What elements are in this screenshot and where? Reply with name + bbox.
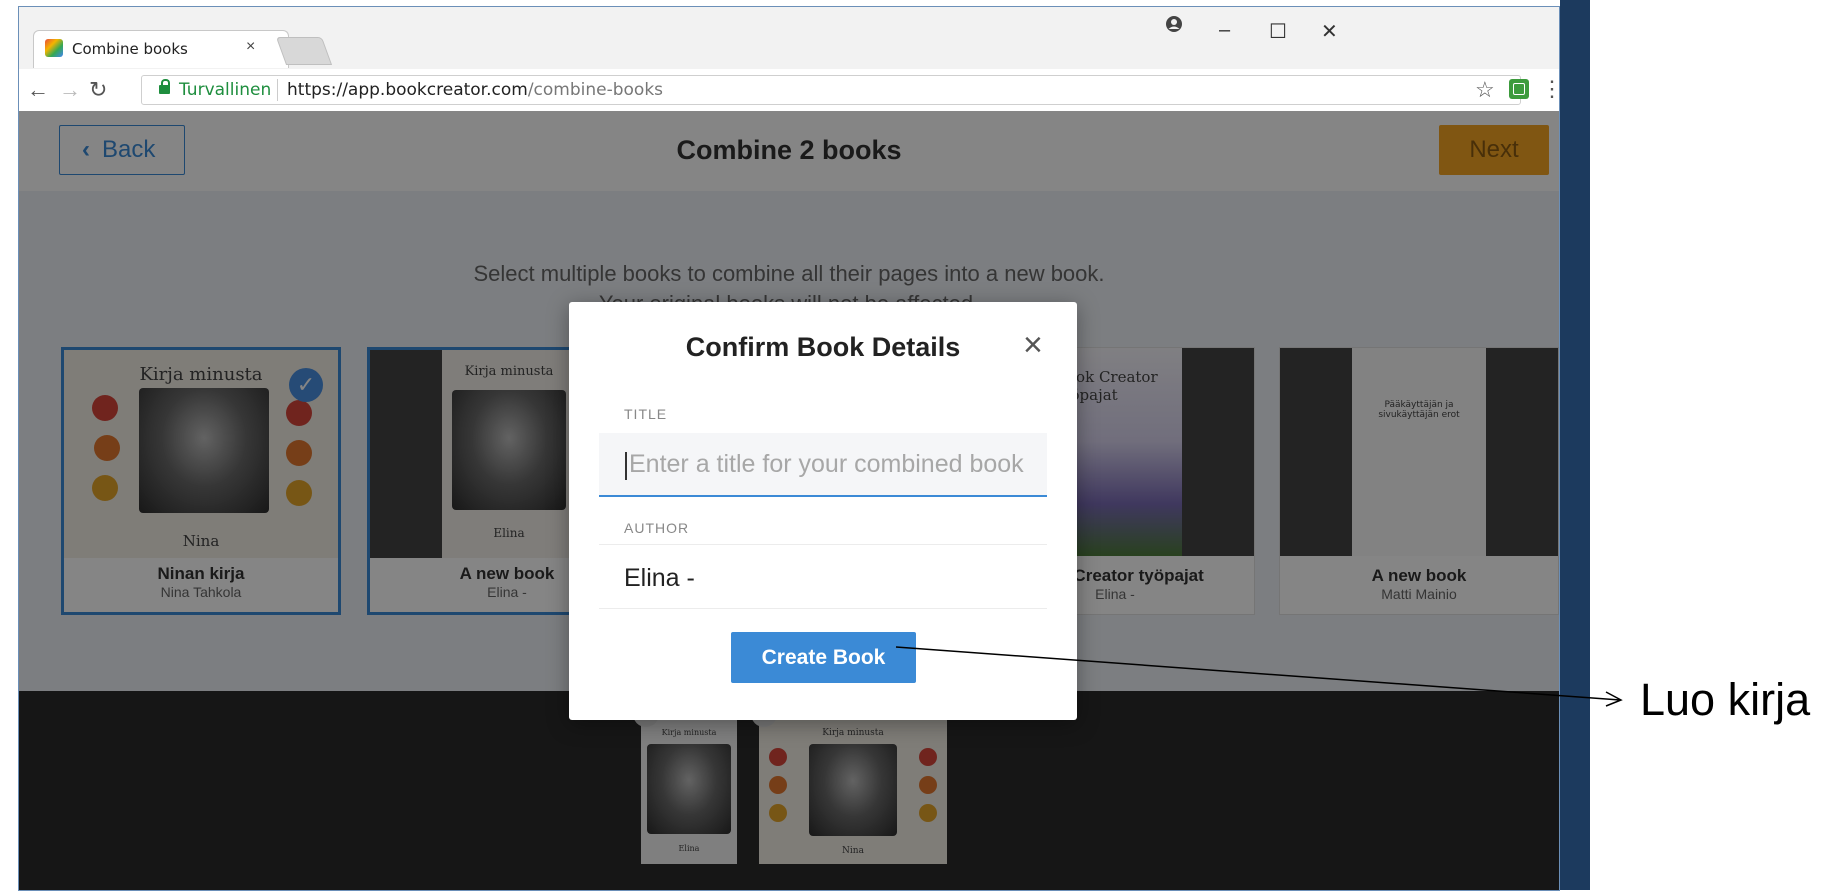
profile-icon[interactable] xyxy=(1165,15,1183,39)
forward-arrow-icon[interactable]: → xyxy=(59,77,81,103)
extension-icon[interactable] xyxy=(1509,79,1529,99)
close-window-button[interactable]: ✕ xyxy=(1321,19,1338,44)
author-label: AUTHOR xyxy=(624,520,690,536)
app-viewport: ‹ Back Combine 2 books Next Select multip… xyxy=(19,111,1559,890)
browser-window: Combine books × – ☐ ✕ ← → ↻ Turvallinen … xyxy=(18,6,1560,891)
browser-titlebar: Combine books × – ☐ ✕ xyxy=(19,7,1559,69)
tab-favicon-icon xyxy=(45,39,63,57)
url-text: https://app.bookcreator.com/combine-book… xyxy=(287,80,663,100)
confirm-book-dialog: Confirm Book Details × TITLE Enter a tit… xyxy=(569,302,1077,720)
minimize-button[interactable]: – xyxy=(1219,19,1230,42)
tab-title: Combine books xyxy=(72,40,188,58)
divider xyxy=(599,544,1047,545)
maximize-button[interactable]: ☐ xyxy=(1269,19,1287,44)
secure-label: Turvallinen xyxy=(179,80,272,100)
desktop-background xyxy=(1560,0,1590,890)
back-arrow-icon[interactable]: ← xyxy=(27,77,49,103)
lock-icon xyxy=(159,79,170,94)
annotation-label: Luo kirja xyxy=(1640,674,1811,725)
new-tab-button[interactable] xyxy=(275,37,333,65)
text-caret xyxy=(625,452,627,480)
create-book-button[interactable]: Create Book xyxy=(731,632,916,683)
star-icon[interactable]: ☆ xyxy=(1475,77,1495,103)
author-field[interactable]: Elina - xyxy=(624,564,695,593)
title-placeholder: Enter a title for your combined book xyxy=(629,450,1024,478)
url-host: https://app.bookcreator.com xyxy=(287,80,528,100)
url-separator xyxy=(277,79,278,101)
reload-icon[interactable]: ↻ xyxy=(89,77,107,103)
close-icon[interactable]: × xyxy=(1023,326,1043,365)
title-label: TITLE xyxy=(624,406,668,422)
divider xyxy=(599,608,1047,609)
tab-close-icon[interactable]: × xyxy=(246,38,255,56)
menu-dots-icon[interactable]: ⋮ xyxy=(1541,76,1559,102)
dialog-title: Confirm Book Details xyxy=(685,332,961,362)
url-path: /combine-books xyxy=(527,80,664,100)
